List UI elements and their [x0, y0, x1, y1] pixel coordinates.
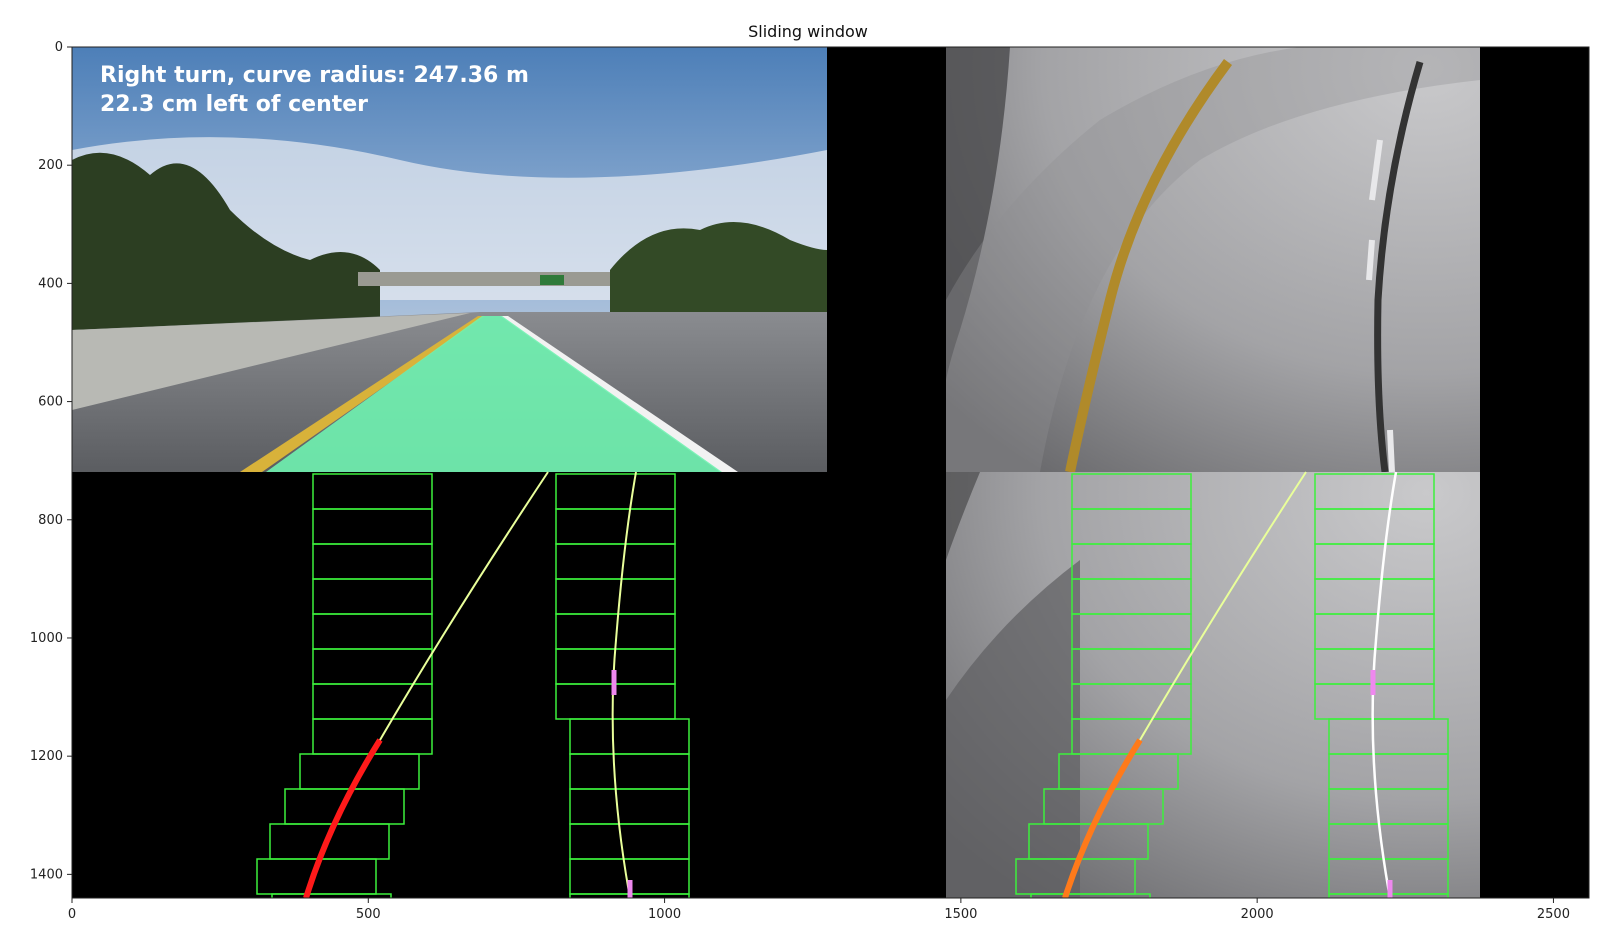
- y-tick-label: 400: [38, 276, 63, 291]
- x-tick-label: 500: [356, 907, 381, 922]
- y-tick-label: 1200: [30, 749, 63, 764]
- x-tick-label: 0: [68, 907, 76, 922]
- x-tick-label: 2500: [1537, 907, 1570, 922]
- sliding-window-figure: Right turn, curve radius: 247.36 m 22.3 …: [30, 40, 1590, 922]
- warped-view-panel: [946, 47, 1480, 474]
- curve-radius-text: Right turn, curve radius: 247.36 m: [100, 63, 529, 88]
- y-axis: 0 200 400 600 800 1000 1200 1400: [30, 40, 72, 882]
- x-tick-label: 1000: [648, 907, 681, 922]
- x-tick-label: 1500: [944, 907, 977, 922]
- overpass: [358, 272, 610, 286]
- x-tick-label: 2000: [1241, 907, 1274, 922]
- y-tick-label: 200: [38, 158, 63, 173]
- binary-window-panel: [72, 471, 827, 898]
- x-axis: 0 500 1000 1500 2000 2500: [68, 898, 1570, 922]
- image-mosaic: Right turn, curve radius: 247.36 m 22.3 …: [72, 47, 1589, 898]
- y-tick-label: 600: [38, 395, 63, 410]
- warped-window-panel: [946, 471, 1480, 898]
- camera-view-panel: Right turn, curve radius: 247.36 m 22.3 …: [72, 47, 827, 472]
- y-tick-label: 800: [38, 513, 63, 528]
- highway-sign: [540, 275, 564, 285]
- y-tick-label: 1400: [30, 867, 63, 882]
- center-offset-text: 22.3 cm left of center: [100, 92, 368, 117]
- y-tick-label: 1000: [30, 631, 63, 646]
- y-tick-label: 0: [55, 40, 63, 55]
